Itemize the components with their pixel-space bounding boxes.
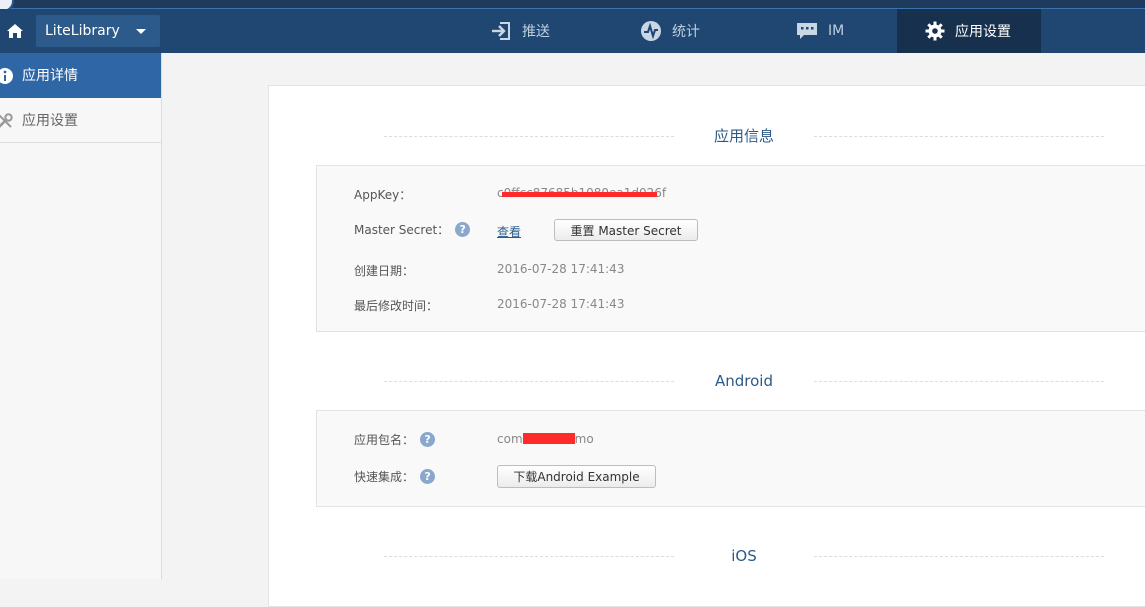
master-secret-label: Master Secret： ? — [354, 221, 471, 238]
gear-icon — [925, 21, 945, 41]
package-name-label-text: 应用包名： — [354, 433, 415, 447]
view-master-secret-link[interactable]: 查看 — [497, 223, 521, 240]
section-title-text: 应用信息 — [713, 127, 774, 145]
quick-integration-label-text: 快速集成： — [354, 470, 415, 484]
sidebar-item-app-details[interactable]: 应用详情 — [0, 53, 161, 98]
home-icon — [7, 24, 23, 38]
main-panel: 应用信息 AppKey： c0ffcc87685b1080ea1d026f Ma… — [268, 85, 1145, 607]
package-name-value: com mo — [497, 432, 594, 446]
help-icon[interactable]: ? — [420, 432, 436, 447]
nav-tab-app-settings-label: 应用设置 — [955, 24, 1011, 40]
redaction-mark — [522, 433, 575, 444]
redaction-mark — [502, 192, 657, 197]
home-button[interactable] — [0, 9, 30, 53]
master-secret-label-text: Master Secret： — [354, 223, 450, 237]
stats-icon — [640, 20, 662, 42]
nav-tab-im[interactable]: IM — [796, 9, 856, 53]
modified-time-label: 最后修改时间： — [354, 299, 439, 313]
nav-tab-push-label: 推送 — [522, 24, 550, 40]
nav-tab-app-settings[interactable]: 应用设置 — [897, 9, 1041, 53]
created-date-value: 2016-07-28 17:41:43 — [497, 262, 625, 276]
reset-master-secret-button[interactable]: 重置 Master Secret — [554, 219, 698, 241]
tools-icon — [0, 112, 14, 134]
sidebar-item-label: 应用设置 — [22, 113, 78, 129]
android-box: 应用包名： ? com mo 快速集成： ? 下载Android Example — [316, 410, 1145, 507]
chat-icon — [796, 21, 818, 41]
nav-tab-im-label: IM — [828, 23, 845, 39]
section-title-android: Android — [384, 371, 1104, 391]
section-title-app-info: 应用信息 — [384, 126, 1104, 146]
info-icon — [0, 67, 14, 89]
quick-integration-label: 快速集成： ? — [354, 468, 436, 485]
push-icon — [490, 21, 512, 41]
nav-tab-stats[interactable]: 统计 — [640, 9, 720, 53]
top-strip — [0, 0, 1145, 12]
sidebar: 应用详情 应用设置 — [0, 53, 162, 579]
package-name-label: 应用包名： ? — [354, 431, 436, 448]
appkey-label: AppKey： — [354, 188, 412, 202]
section-title-text: iOS — [731, 547, 757, 565]
app-selector-dropdown[interactable]: LiteLibrary — [36, 15, 160, 47]
help-icon[interactable]: ? — [420, 469, 436, 484]
package-name-suffix: mo — [574, 432, 594, 446]
caret-down-icon — [136, 29, 146, 34]
nav-tab-push[interactable]: 推送 — [490, 9, 570, 53]
sidebar-item-app-settings[interactable]: 应用设置 — [0, 98, 161, 143]
top-nav-bar: LiteLibrary 推送 统计 IM 应用设置 — [0, 9, 1145, 53]
modified-time-value: 2016-07-28 17:41:43 — [497, 297, 625, 311]
package-name-prefix: com — [497, 432, 523, 446]
help-icon[interactable]: ? — [455, 222, 471, 237]
app-selector-label: LiteLibrary — [45, 23, 120, 39]
sidebar-item-label: 应用详情 — [22, 68, 78, 84]
nav-tab-stats-label: 统计 — [672, 24, 700, 40]
download-android-example-button[interactable]: 下载Android Example — [497, 465, 656, 488]
section-title-ios: iOS — [384, 546, 1104, 566]
app-info-box: AppKey： c0ffcc87685b1080ea1d026f Master … — [316, 165, 1145, 332]
created-date-label: 创建日期： — [354, 264, 415, 278]
section-title-text: Android — [715, 372, 773, 390]
